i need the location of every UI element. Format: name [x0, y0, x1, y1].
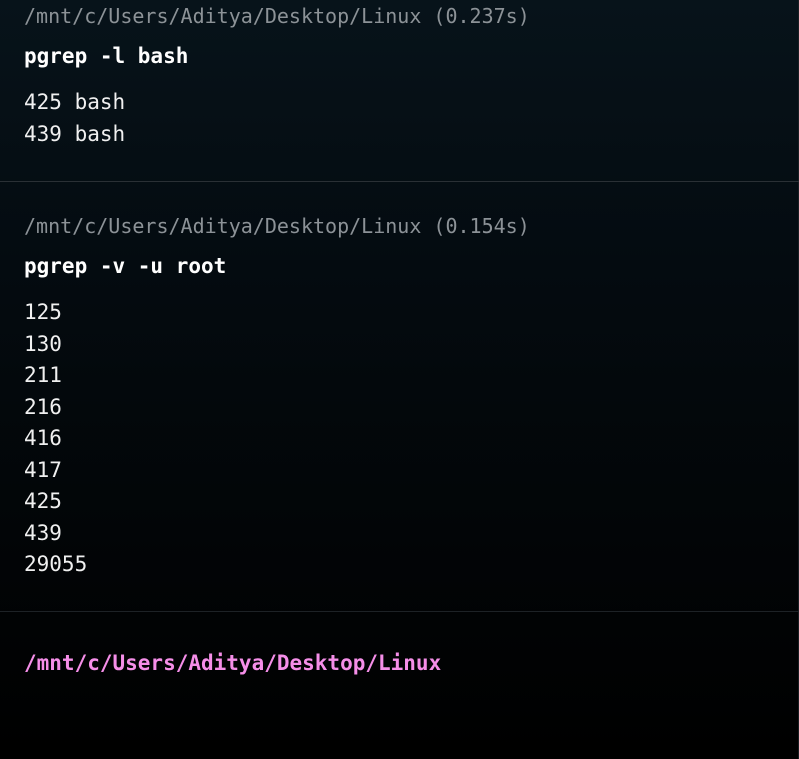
block-duration: (0.237s) — [433, 4, 530, 28]
output-line: 416 — [24, 426, 62, 450]
output-line: 439 — [24, 520, 62, 545]
block-divider — [0, 611, 799, 612]
block-path: /mnt/c/Users/Aditya/Desktop/Linux — [24, 214, 422, 238]
output-line: 125 — [24, 300, 62, 324]
command-output: 425 bash 439 bash — [24, 87, 125, 150]
output-line: 425 — [24, 489, 62, 513]
command-output: 125 130 211 216 416 417 425 439 29055 — [24, 297, 87, 581]
block-header: /mnt/c/Users/Aditya/Desktop/Linux (0.154… — [24, 214, 530, 238]
output-line: 417 — [24, 457, 62, 482]
command-block[interactable]: /mnt/c/Users/Aditya/Desktop/Linux (0.237… — [0, 0, 799, 182]
command-block[interactable]: /mnt/c/Users/Aditya/Desktop/Linux (0.154… — [0, 182, 799, 611]
block-duration: (0.154s) — [433, 214, 530, 238]
output-line: 216 — [24, 394, 62, 419]
output-line: 130 — [24, 331, 62, 356]
command-text: pgrep -l bash — [24, 44, 189, 68]
block-header: /mnt/c/Users/Aditya/Desktop/Linux (0.237… — [24, 4, 530, 28]
output-line: 29055 — [24, 552, 88, 576]
output-line: 439 bash — [24, 121, 126, 146]
output-line: 425 bash — [24, 90, 126, 114]
command-text: pgrep -v -u root — [24, 254, 227, 278]
prompt-path[interactable]: /mnt/c/Users/Aditya/Desktop/Linux — [24, 650, 441, 676]
block-path: /mnt/c/Users/Aditya/Desktop/Linux — [24, 4, 422, 28]
output-line: 211 — [24, 363, 62, 387]
terminal-window: /mnt/c/Users/Aditya/Desktop/Linux (0.237… — [0, 0, 799, 759]
